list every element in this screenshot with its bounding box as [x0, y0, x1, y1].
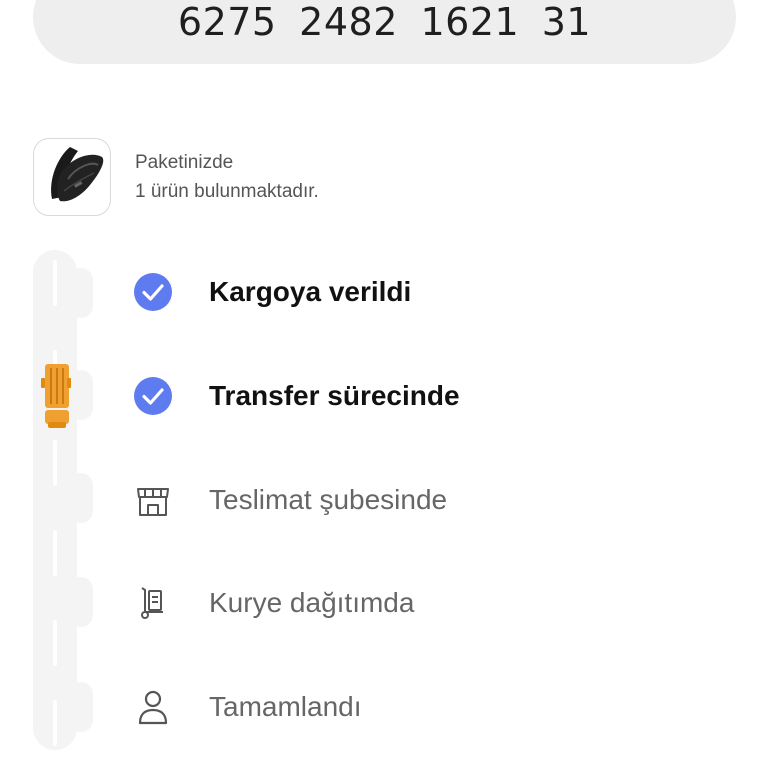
step-label: Teslimat şubesinde — [209, 484, 448, 515]
person-icon — [133, 687, 173, 727]
check-circle-icon — [133, 272, 173, 312]
tracking-number: 6275 2482 1621 31 — [177, 0, 592, 44]
sling-bag-icon — [51, 147, 104, 202]
hand-truck-icon — [133, 583, 173, 623]
package-info-line2: 1 ürün bulunmaktadır. — [135, 181, 319, 202]
step-label: Tamamlandı — [209, 691, 362, 722]
step-transfer-surecinde: Transfer sürecinde — [133, 376, 693, 416]
step-kurye-dagitimda: Kurye dağıtımda — [133, 583, 693, 623]
package-info: Paketinizde 1 ürün bulunmaktadır. — [135, 148, 319, 206]
tracking-number-box[interactable]: 6275 2482 1621 31 — [33, 0, 736, 64]
package-info-line1: Paketinizde — [135, 152, 234, 173]
step-label: Kurye dağıtımda — [209, 587, 415, 618]
store-icon — [133, 480, 173, 520]
check-circle-icon — [133, 376, 173, 416]
step-kargoya-verildi: Kargoya verildi — [133, 272, 693, 312]
progress-road — [33, 250, 93, 750]
step-label: Kargoya verildi — [209, 276, 412, 307]
package-thumbnail[interactable] — [33, 138, 111, 216]
step-label: Transfer sürecinde — [209, 380, 460, 411]
truck-icon — [41, 364, 71, 428]
step-tamamlandi: Tamamlandı — [133, 687, 693, 727]
step-teslimat-subesinde: Teslimat şubesinde — [133, 480, 693, 520]
